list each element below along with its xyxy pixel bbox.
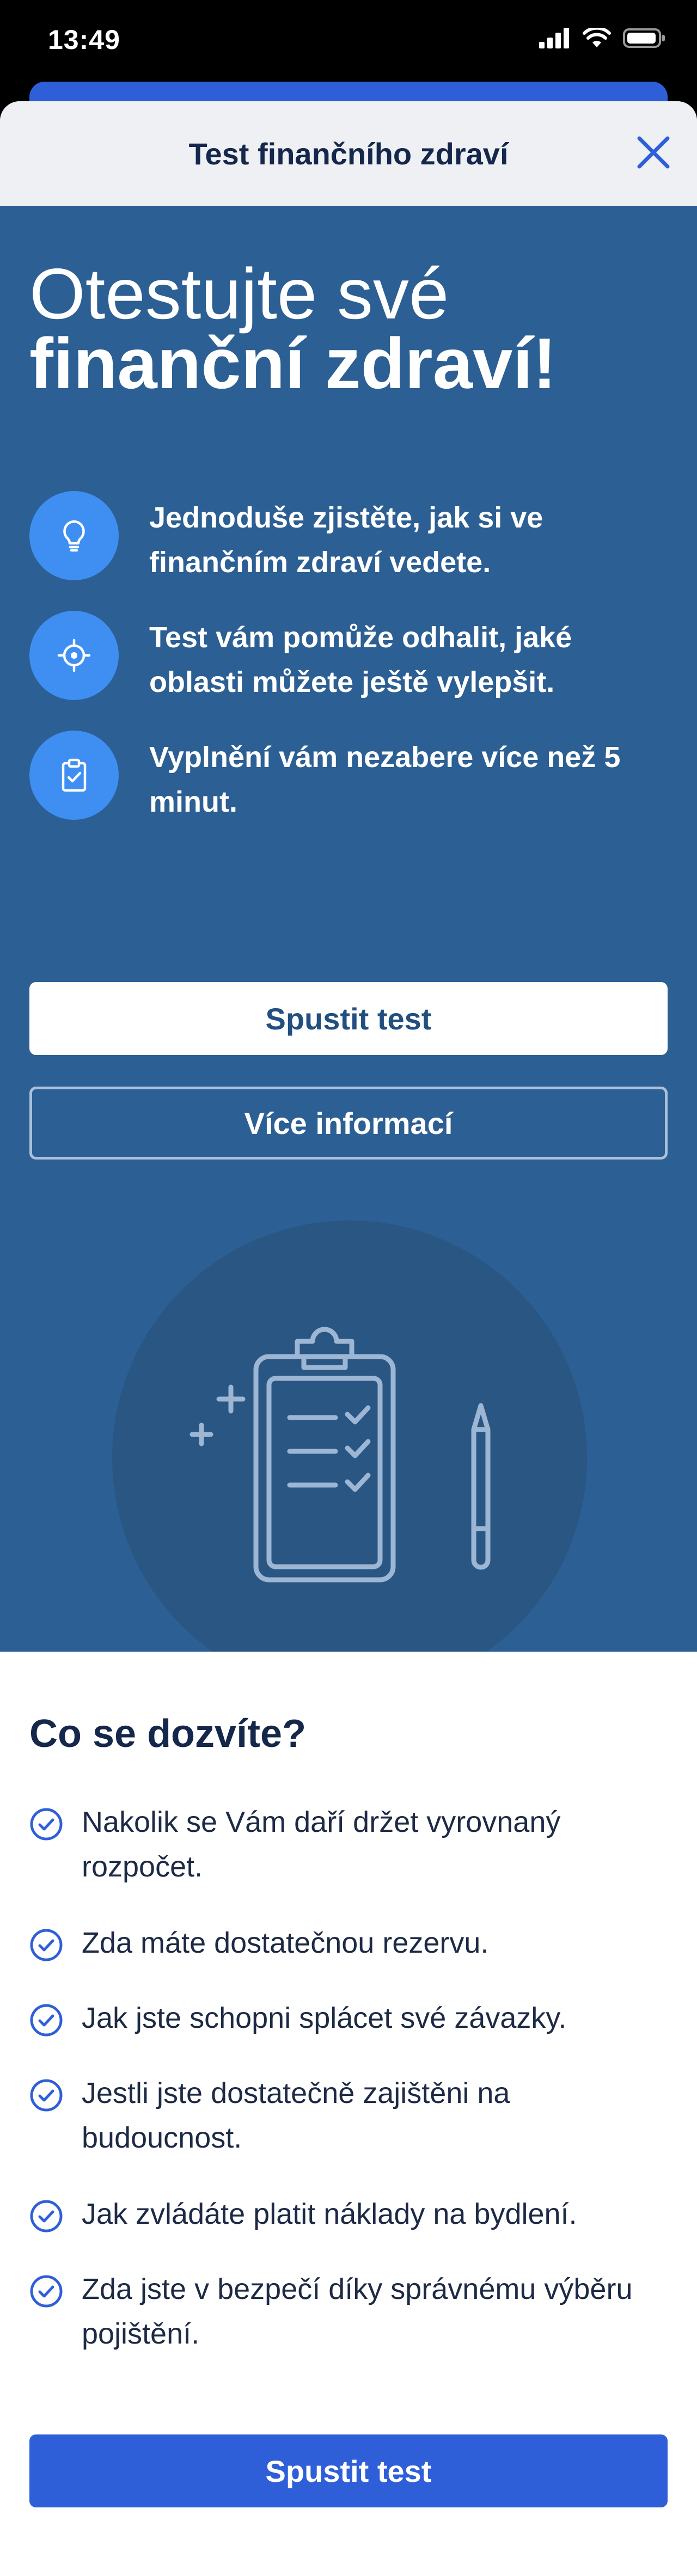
wifi-icon <box>583 26 611 51</box>
hero-heading-line1: Otestujte své <box>29 254 449 334</box>
feature-icon-circle <box>29 491 119 580</box>
signal-icon <box>539 28 571 51</box>
clipboard-check-icon <box>62 758 87 792</box>
check-circle-icon <box>30 2275 63 2308</box>
feature-icon-circle <box>29 611 119 700</box>
feature-text: Test vám pomůže odhalit, jaké oblasti mů… <box>149 621 572 698</box>
close-icon <box>637 136 670 169</box>
illustration <box>112 1220 587 1695</box>
battery-icon <box>623 27 667 52</box>
clipboard-checklist-illustration-icon <box>189 1327 491 1583</box>
check-circle-icon <box>30 1808 63 1841</box>
status-bar: 13:49 <box>0 0 697 82</box>
bottom-bar <box>0 2501 697 2576</box>
start-test-button-bottom[interactable]: Spustit test <box>29 2434 668 2507</box>
check-circle-icon <box>30 2004 63 2037</box>
status-time: 13:49 <box>48 24 120 55</box>
info-heading: Co se dozvíte? <box>29 1712 307 1756</box>
list-item-text: Jak jste schopni splácet své závazky. <box>82 2002 567 2034</box>
hero-heading: Otestujte své finanční zdraví! <box>29 254 557 403</box>
check-circle-icon <box>30 2200 63 2232</box>
list-item-text: Zda jste v bezpečí díky správnému výběru… <box>82 2273 633 2350</box>
hero-heading-line2: finanční zdraví! <box>29 323 557 403</box>
more-info-button[interactable]: Více informací <box>29 1087 668 1160</box>
list-item-text: Jak zvládáte platit náklady na bydlení. <box>82 2198 577 2230</box>
start-test-button[interactable]: Spustit test <box>29 982 668 1055</box>
lightbulb-icon <box>63 520 85 552</box>
list-item-text: Nakolik se Vám daří držet vyrovnaný rozp… <box>82 1806 561 1883</box>
feature-icon-circle <box>29 731 119 820</box>
modal-sheet: Test finančního zdraví Otestujte své fin… <box>0 101 697 2576</box>
list-item-text: Zda máte dostatečnou rezervu. <box>82 1927 489 1959</box>
sheet-header: Test finančního zdraví <box>0 101 697 206</box>
status-icons <box>539 26 667 52</box>
feature-text: Jednoduše zjistěte, jak si ve finančním … <box>149 501 543 579</box>
close-button[interactable] <box>632 131 675 174</box>
check-circle-icon <box>30 1929 63 1961</box>
sheet-title: Test finančního zdraví <box>188 137 509 171</box>
list-item-text: Jestli jste dostatečně zajištěni na budo… <box>82 2077 510 2154</box>
info-section: Co se dozvíte? Nakolik se Vám daří držet… <box>0 1652 697 2501</box>
feature-text: Vyplnění vám nezabere více než 5 minut. <box>149 741 621 818</box>
hero-section: Otestujte své finanční zdraví! Jednoduše… <box>0 206 697 1695</box>
check-circle-icon <box>30 2079 63 2112</box>
target-icon <box>57 639 91 672</box>
